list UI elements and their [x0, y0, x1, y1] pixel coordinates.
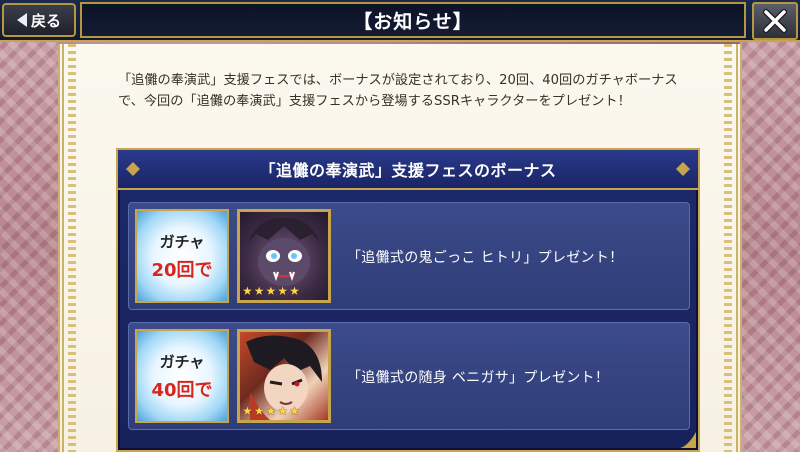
bonus-row: ガチャ 20回で ★ ★ ★ ★ ★ 「追儺式の鬼ごっこ ヒトリ」プレゼント！ — [128, 202, 690, 310]
notice-panel: 「追儺の奉演武」支援フェスでは、ボーナスが設定されており、20回、40回のガチャ… — [58, 44, 742, 452]
character-portrait[interactable]: ★ ★ ★ ★ ★ — [237, 209, 331, 303]
page-title: 【お知らせ】 — [353, 10, 473, 33]
close-button[interactable] — [752, 2, 798, 40]
star-icon: ★ — [277, 284, 289, 298]
star-icon: ★ — [265, 404, 277, 418]
star-icon: ★ — [242, 404, 253, 418]
star-icon: ★ — [253, 284, 265, 298]
left-decorative-band — [0, 40, 60, 452]
rarity-stars: ★ ★ ★ ★ ★ — [242, 284, 300, 298]
gacha-badge-count: 20回で — [151, 259, 213, 281]
back-button[interactable]: 戻る — [2, 3, 76, 37]
character-portrait[interactable]: ★ ★ ★ ★ ★ — [237, 329, 331, 423]
bonus-row-text: 「追儺式の鬼ごっこ ヒトリ」プレゼント！ — [347, 250, 624, 266]
star-icon: ★ — [277, 404, 289, 418]
rarity-stars: ★ ★ ★ ★ ★ — [242, 404, 300, 418]
bonus-heading: 「追儺の奉演武」支援フェスのボーナス — [259, 161, 557, 180]
top-bar: 戻る 【お知らせ】 — [0, 0, 800, 42]
star-icon: ★ — [242, 284, 253, 298]
gacha-badge: ガチャ 40回で — [135, 329, 229, 423]
back-arrow-icon — [16, 13, 27, 27]
title-bar: 【お知らせ】 — [80, 2, 746, 38]
notice-intro-text: 「追儺の奉演武」支援フェスでは、ボーナスが設定されており、20回、40回のガチャ… — [118, 73, 678, 109]
bonus-box: 「追儺の奉演武」支援フェスのボーナス ガチャ 20回で ★ ★ ★ ★ ★ 「追… — [116, 148, 700, 452]
star-icon: ★ — [289, 404, 300, 418]
close-icon — [763, 9, 787, 33]
corner-ornament-icon — [680, 432, 696, 448]
ornament-right-icon — [676, 162, 690, 176]
star-icon: ★ — [253, 404, 265, 418]
star-icon: ★ — [289, 284, 300, 298]
bonus-row-text: 「追儺式の随身 ベニガサ」プレゼント！ — [347, 370, 610, 386]
gacha-badge-label: ガチャ — [159, 232, 205, 251]
bonus-row: ガチャ 40回で ★ ★ ★ ★ ★ 「追儺式の随身 ベニガサ」プレゼント！ — [128, 322, 690, 430]
ornament-left-icon — [126, 162, 140, 176]
gacha-badge-count: 40回で — [151, 379, 213, 401]
star-icon: ★ — [265, 284, 277, 298]
gacha-badge: ガチャ 20回で — [135, 209, 229, 303]
back-button-label: 戻る — [30, 11, 61, 30]
gacha-badge-label: ガチャ — [159, 352, 205, 371]
right-decorative-band — [740, 40, 800, 452]
bonus-header: 「追儺の奉演武」支援フェスのボーナス — [118, 150, 698, 190]
